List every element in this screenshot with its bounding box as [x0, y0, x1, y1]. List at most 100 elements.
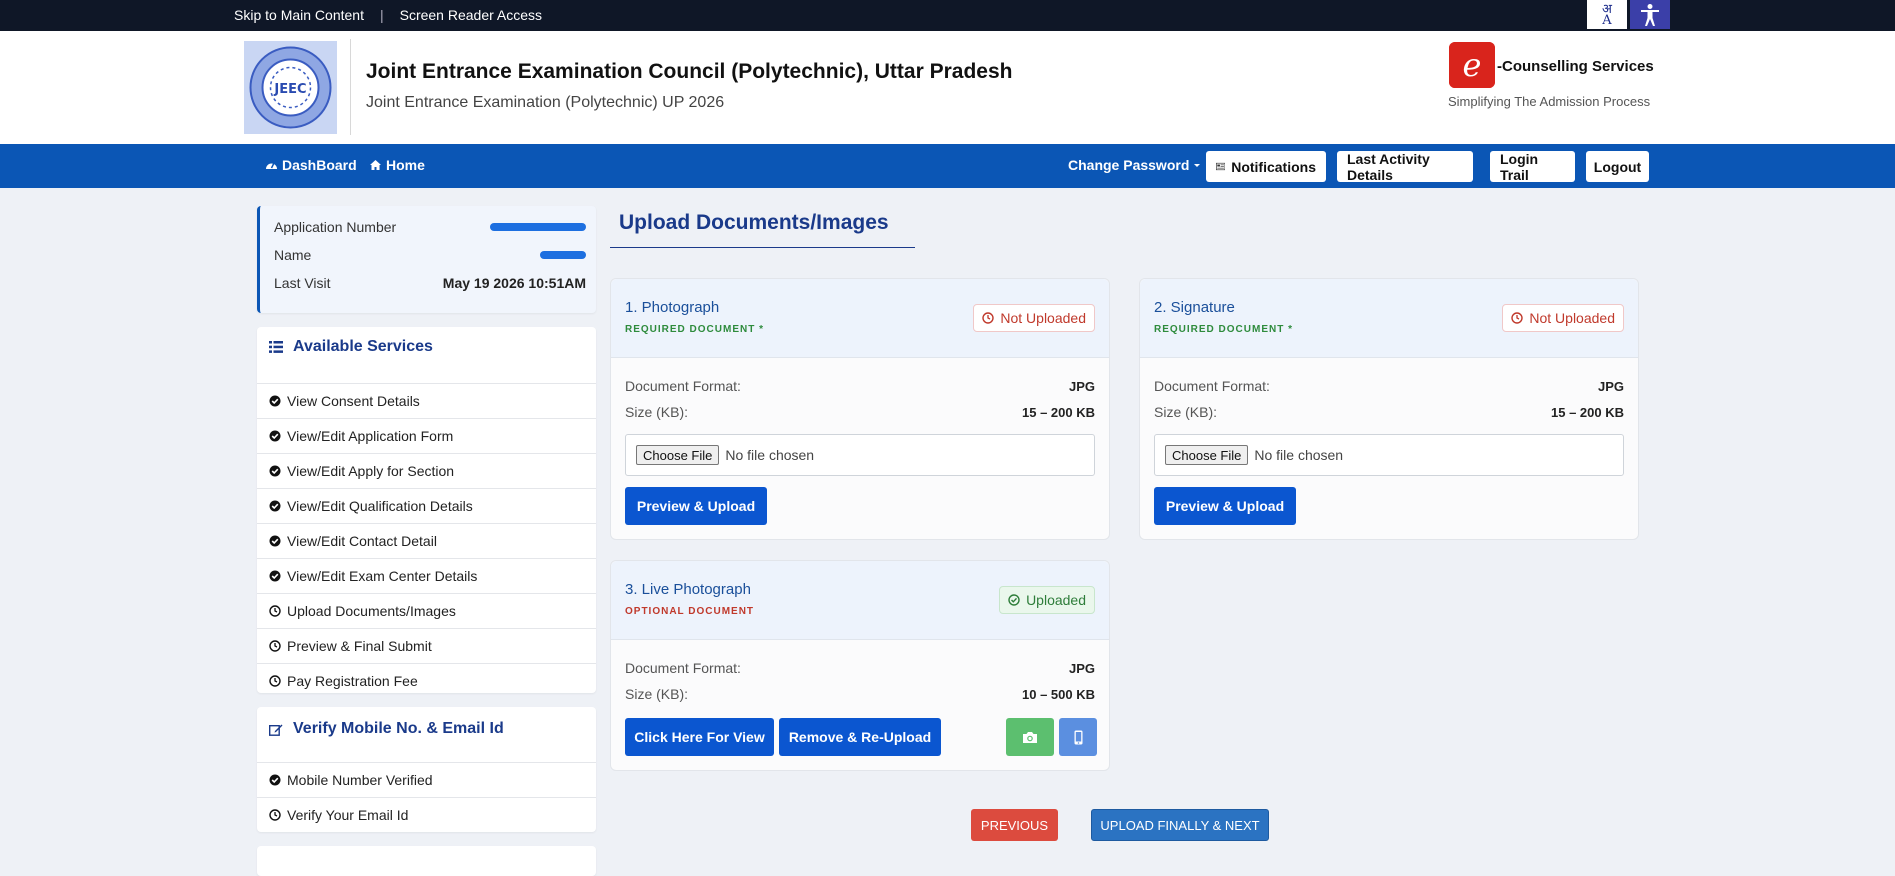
- clock-icon: [269, 605, 281, 617]
- ecounselling-title: -Counselling Services: [1497, 58, 1654, 75]
- service-item[interactable]: Pay Registration Fee: [257, 663, 596, 698]
- photograph-file-input[interactable]: Choose File No file chosen: [625, 434, 1095, 476]
- ecounselling-tagline: Simplifying The Admission Process: [1448, 94, 1651, 109]
- format-value: JPG: [1597, 379, 1624, 394]
- check-circle-icon: [269, 500, 281, 512]
- check-circle-icon: [269, 395, 281, 407]
- service-item-label: View Consent Details: [287, 393, 420, 409]
- size-label: Size (KB):: [625, 686, 689, 702]
- lang-glyph-english: A: [1602, 12, 1612, 28]
- service-item-label: Pay Registration Fee: [287, 673, 418, 689]
- organization-title: Joint Entrance Examination Council (Poly…: [366, 60, 1013, 83]
- accessibility-figure-icon: [1641, 3, 1659, 26]
- photograph-preview-upload-button[interactable]: Preview & Upload: [625, 487, 767, 525]
- signature-file-input[interactable]: Choose File No file chosen: [1154, 434, 1624, 476]
- last-visit-label: Last Visit: [274, 275, 331, 291]
- photograph-upload-card: 1. Photograph REQUIRED DOCUMENT * Not Up…: [610, 278, 1110, 540]
- svg-text:JEEC: JEEC: [273, 82, 306, 97]
- no-file-text: No file chosen: [725, 447, 815, 463]
- newspaper-icon: [1216, 162, 1226, 171]
- service-item[interactable]: Upload Documents/Images: [257, 593, 596, 628]
- edit-icon: [269, 724, 283, 736]
- service-item[interactable]: View/Edit Contact Detail: [257, 523, 596, 558]
- nav-change-password[interactable]: Change Password: [1068, 157, 1201, 173]
- check-circle-icon: [269, 774, 281, 786]
- nav-dashboard-label: DashBoard: [282, 157, 357, 173]
- top-utility-bar: Skip to Main Content | Screen Reader Acc…: [0, 0, 1895, 31]
- home-icon: [370, 160, 381, 170]
- notifications-button[interactable]: Notifications: [1206, 151, 1326, 182]
- screen-reader-link[interactable]: Screen Reader Access: [400, 7, 542, 23]
- clock-icon: [269, 640, 281, 652]
- service-item-label: Upload Documents/Images: [287, 603, 456, 619]
- view-live-photo-button[interactable]: Click Here For View: [625, 718, 774, 756]
- status-text: Uploaded: [1026, 592, 1086, 608]
- name-label: Name: [274, 247, 312, 263]
- available-services-title: Available Services: [269, 338, 433, 356]
- application-number-redacted: [490, 223, 586, 231]
- previous-button[interactable]: PREVIOUS: [971, 809, 1058, 841]
- available-services-title-text: Available Services: [293, 338, 433, 355]
- logout-button[interactable]: Logout: [1586, 151, 1649, 182]
- no-file-text: No file chosen: [1254, 447, 1344, 463]
- clock-icon: [269, 809, 281, 821]
- service-item[interactable]: View Consent Details: [257, 383, 596, 418]
- status-badge: Uploaded: [999, 586, 1095, 614]
- verify-contact-title: Verify Mobile No. & Email Id: [269, 720, 504, 738]
- check-circle-icon: [1008, 594, 1020, 606]
- page-title: Upload Documents/Images: [619, 211, 889, 234]
- upload-finally-next-button[interactable]: UPLOAD FINALLY & NEXT: [1091, 809, 1269, 841]
- nav-dashboard[interactable]: DashBoard: [265, 157, 357, 173]
- choose-file-button[interactable]: Choose File: [636, 445, 720, 465]
- service-item-label: View/Edit Application Form: [287, 428, 454, 444]
- skip-to-main-link[interactable]: Skip to Main Content: [234, 7, 364, 23]
- doc-requirement: OPTIONAL DOCUMENT: [625, 606, 755, 617]
- size-label: Size (KB):: [1154, 404, 1218, 420]
- nav-home[interactable]: Home: [369, 157, 425, 173]
- check-circle-icon: [269, 465, 281, 477]
- signature-preview-upload-button[interactable]: Preview & Upload: [1154, 487, 1296, 525]
- service-item-label: View/Edit Exam Center Details: [287, 568, 478, 584]
- last-activity-button[interactable]: Last Activity Details: [1337, 151, 1473, 183]
- service-item[interactable]: Preview & Final Submit: [257, 628, 596, 663]
- service-item[interactable]: View/Edit Exam Center Details: [257, 558, 596, 593]
- signature-upload-card: 2. Signature REQUIRED DOCUMENT * Not Upl…: [1139, 278, 1639, 540]
- choose-file-button[interactable]: Choose File: [1165, 445, 1249, 465]
- change-password-label: Change Password: [1068, 157, 1190, 173]
- notifications-label: Notifications: [1231, 158, 1316, 175]
- logout-label: Logout: [1593, 158, 1642, 175]
- verify-item[interactable]: Verify Your Email Id: [257, 797, 596, 832]
- applicant-profile-card: Application Number Name Last Visit May 1…: [257, 206, 596, 313]
- status-text: Not Uploaded: [1000, 310, 1086, 326]
- next-panel-partial: [257, 846, 596, 876]
- service-item[interactable]: View/Edit Application Form: [257, 418, 596, 453]
- clock-icon: [1511, 312, 1524, 324]
- camera-capture-button[interactable]: [1006, 718, 1054, 756]
- service-item-label: View/Edit Contact Detail: [287, 533, 437, 549]
- list-icon: [269, 341, 283, 353]
- size-label: Size (KB):: [625, 404, 689, 420]
- ecounselling-logo: e: [1449, 42, 1495, 88]
- doc-requirement: REQUIRED DOCUMENT *: [1154, 324, 1294, 335]
- format-value: JPG: [1068, 661, 1095, 676]
- verify-item[interactable]: Mobile Number Verified: [257, 762, 596, 797]
- nav-home-label: Home: [386, 157, 425, 173]
- dashboard-icon: [266, 162, 277, 169]
- mobile-capture-button[interactable]: [1059, 718, 1097, 756]
- ecounselling-logo-mark-icon: e: [1449, 42, 1495, 88]
- organization-subtitle: Joint Entrance Examination (Polytechnic)…: [366, 94, 725, 111]
- accessibility-icon[interactable]: [1630, 0, 1670, 29]
- jeec-logo[interactable]: JEEC: [244, 41, 337, 134]
- format-label: Document Format:: [625, 378, 741, 394]
- language-toggle-icon[interactable]: अA: [1587, 0, 1627, 29]
- format-value: JPG: [1068, 379, 1095, 394]
- login-trail-button[interactable]: Login Trail: [1490, 150, 1575, 183]
- check-circle-icon: [269, 430, 281, 442]
- service-item[interactable]: View/Edit Apply for Section: [257, 453, 596, 488]
- service-item[interactable]: View/Edit Qualification Details: [257, 488, 596, 523]
- login-trail-label: Login Trail: [1500, 150, 1539, 183]
- remove-reupload-button[interactable]: Remove & Re-Upload: [779, 718, 941, 756]
- application-number-label: Application Number: [274, 219, 397, 235]
- verify-item-label: Verify Your Email Id: [287, 807, 409, 823]
- doc-name: 2. Signature: [1154, 299, 1235, 316]
